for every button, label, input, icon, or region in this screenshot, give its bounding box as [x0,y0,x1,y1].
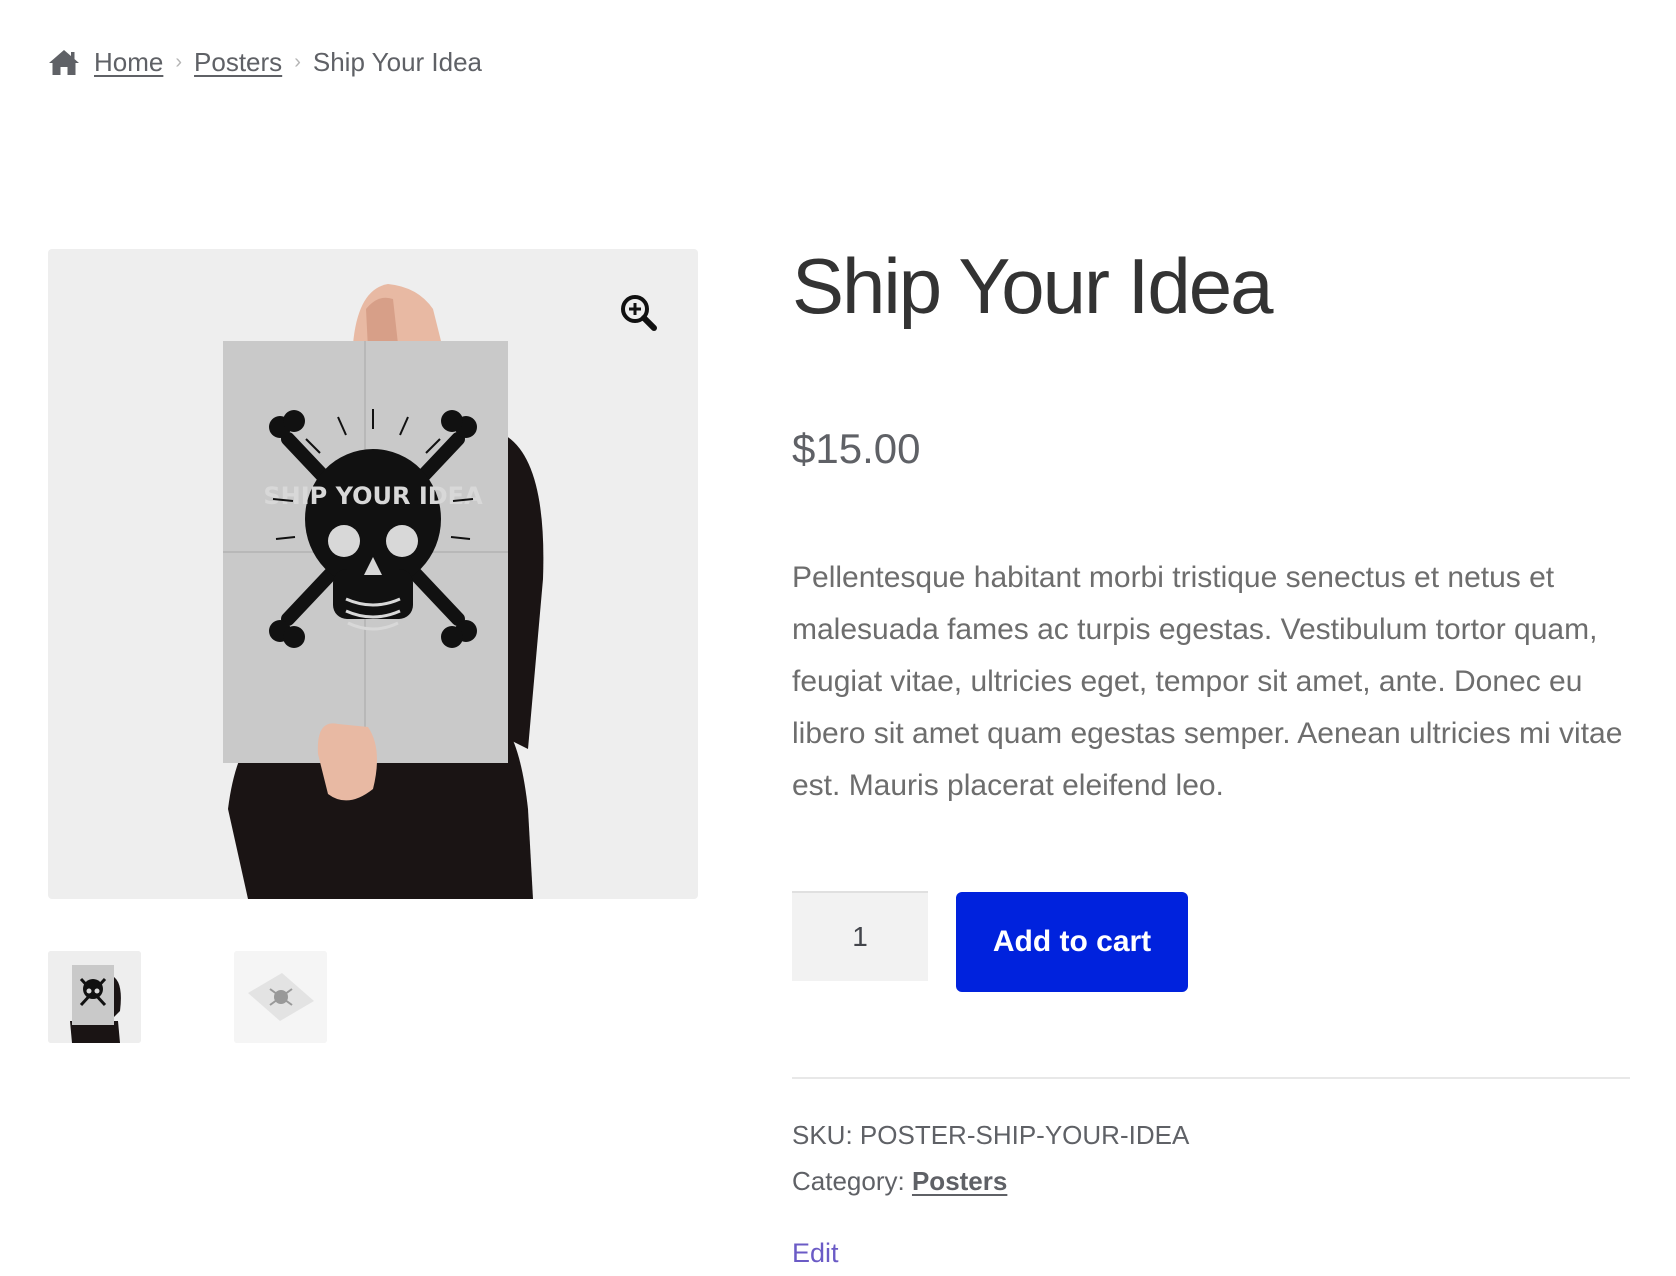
sku-value: POSTER-SHIP-YOUR-IDEA [859,1120,1190,1150]
breadcrumb-posters-link[interactable]: Posters [194,47,282,78]
breadcrumb-current: Ship Your Idea [312,46,483,77]
breadcrumb-home-link[interactable]: Home [94,47,163,78]
thumbnail-poster-flat[interactable] [234,951,327,1043]
category-row: Category: Posters [792,1158,1189,1204]
breadcrumb: Home › Posters › Ship Your Idea [48,44,482,80]
poster-art-text: SHIP YOUR IDEA [263,482,483,510]
product-title: Ship Your Idea [792,242,1273,330]
divider [792,1077,1630,1079]
product-page: Home › Posters › Ship Your Idea SHIP YOU… [0,0,1676,1276]
sku-label: SKU: [792,1120,853,1150]
product-summary: Ship Your Idea $15.00 Pellentesque habit… [792,240,1630,1268]
product-price: $15.00 [792,425,921,472]
home-icon[interactable] [48,48,80,76]
product-meta: SKU: POSTER-SHIP-YOUR-IDEA Category: Pos… [792,1112,1189,1204]
edit-link[interactable]: Edit [792,1238,839,1269]
chevron-right-icon: › [294,50,301,73]
quantity-input[interactable] [792,891,928,981]
category-link-posters[interactable]: Posters [912,1166,1007,1196]
main-product-image[interactable]: SHIP YOUR IDEA [48,249,698,899]
zoom-in-icon[interactable] [612,286,666,340]
product-description: Pellentesque habitant morbi tristique se… [792,561,1623,802]
add-to-cart-button[interactable]: Add to cart [956,892,1188,992]
sku-row: SKU: POSTER-SHIP-YOUR-IDEA [792,1112,1189,1158]
chevron-right-icon: › [175,50,183,73]
thumbnail-person-holding-poster[interactable] [48,951,141,1043]
category-label: Category: [792,1166,905,1196]
